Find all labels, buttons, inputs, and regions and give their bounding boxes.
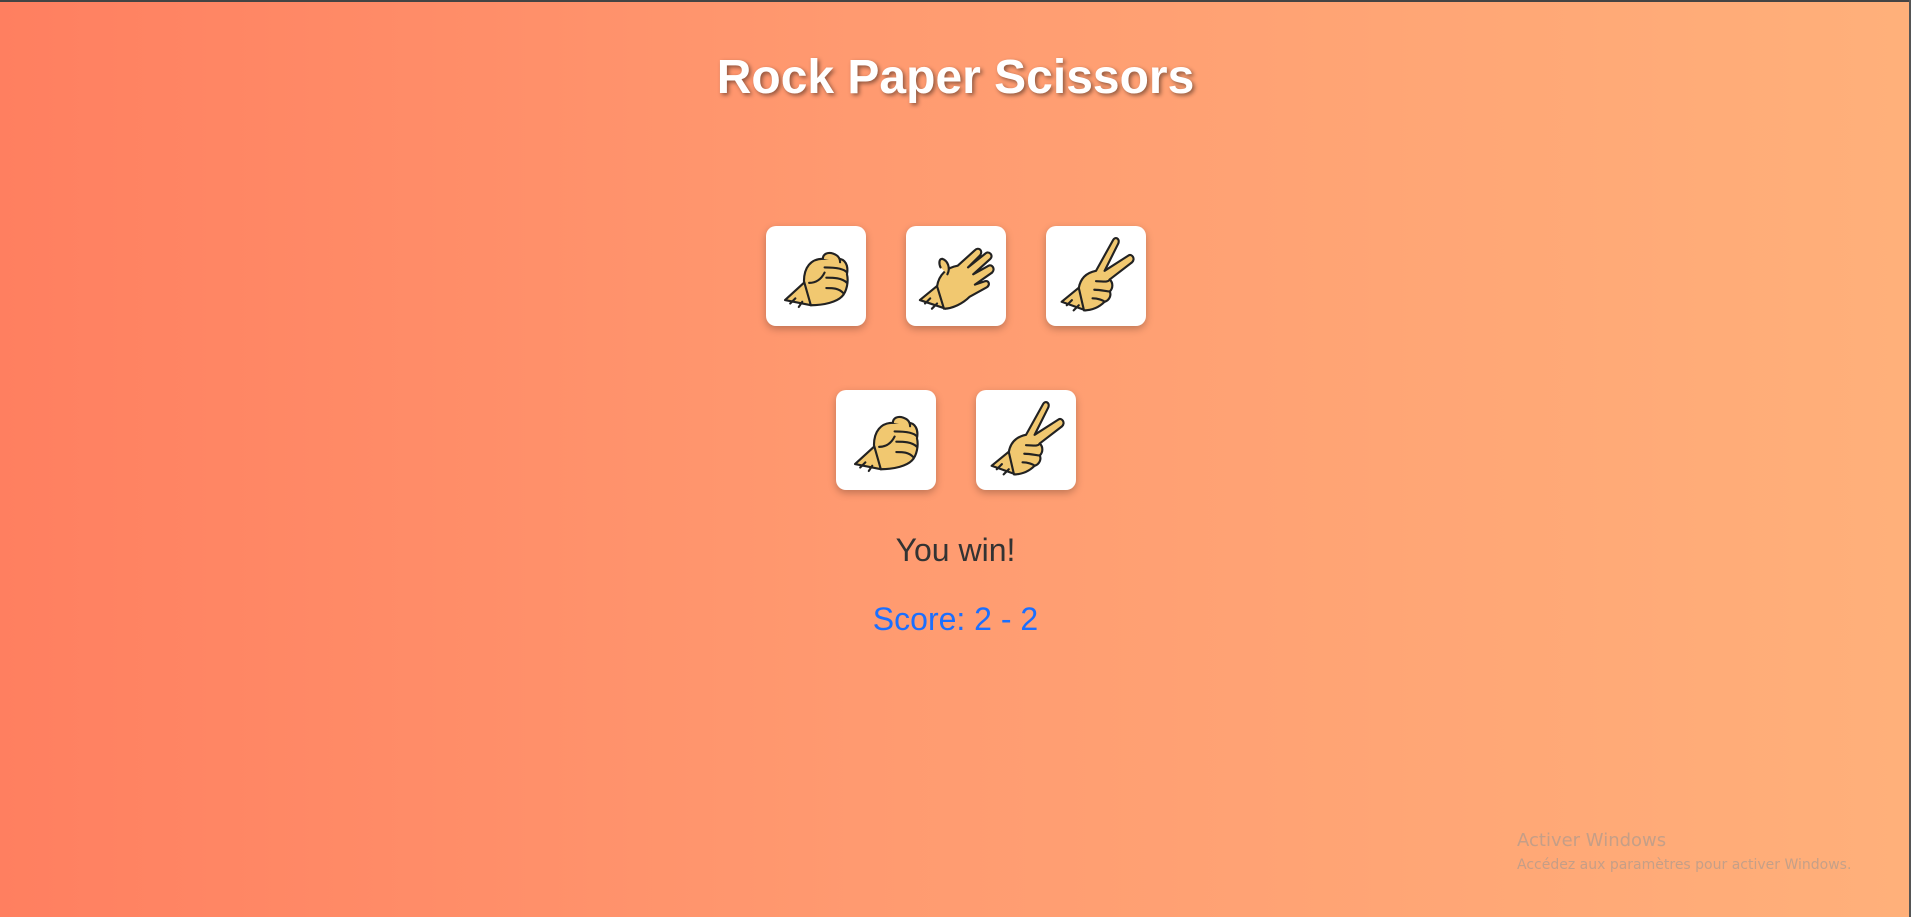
top-border — [0, 0, 1911, 2]
paper-choice-button[interactable] — [905, 226, 1006, 326]
player-choice-display — [835, 390, 936, 490]
rock-choice-button[interactable] — [765, 226, 866, 326]
scissors-choice-button[interactable] — [1045, 226, 1146, 326]
windows-activation-watermark: Activer Windows Accédez aux paramètres p… — [1517, 830, 1851, 873]
paper-hand-icon — [918, 247, 995, 310]
page-title: Rock Paper Scissors — [716, 51, 1195, 104]
scissors-hand-icon — [1060, 237, 1135, 312]
watermark-title: Activer Windows — [1517, 830, 1667, 851]
rock-hand-icon — [783, 251, 849, 309]
score-display: Score: 2 - 2 — [872, 601, 1039, 637]
result-message: You win! — [895, 532, 1016, 568]
rock-hand-icon — [853, 415, 919, 473]
watermark-subtitle: Accédez aux paramètres pour activer Wind… — [1517, 857, 1852, 873]
result-hands — [0, 390, 1911, 490]
scissors-hand-icon — [990, 401, 1065, 476]
computer-choice-display — [975, 390, 1076, 490]
choice-buttons — [0, 226, 1911, 326]
